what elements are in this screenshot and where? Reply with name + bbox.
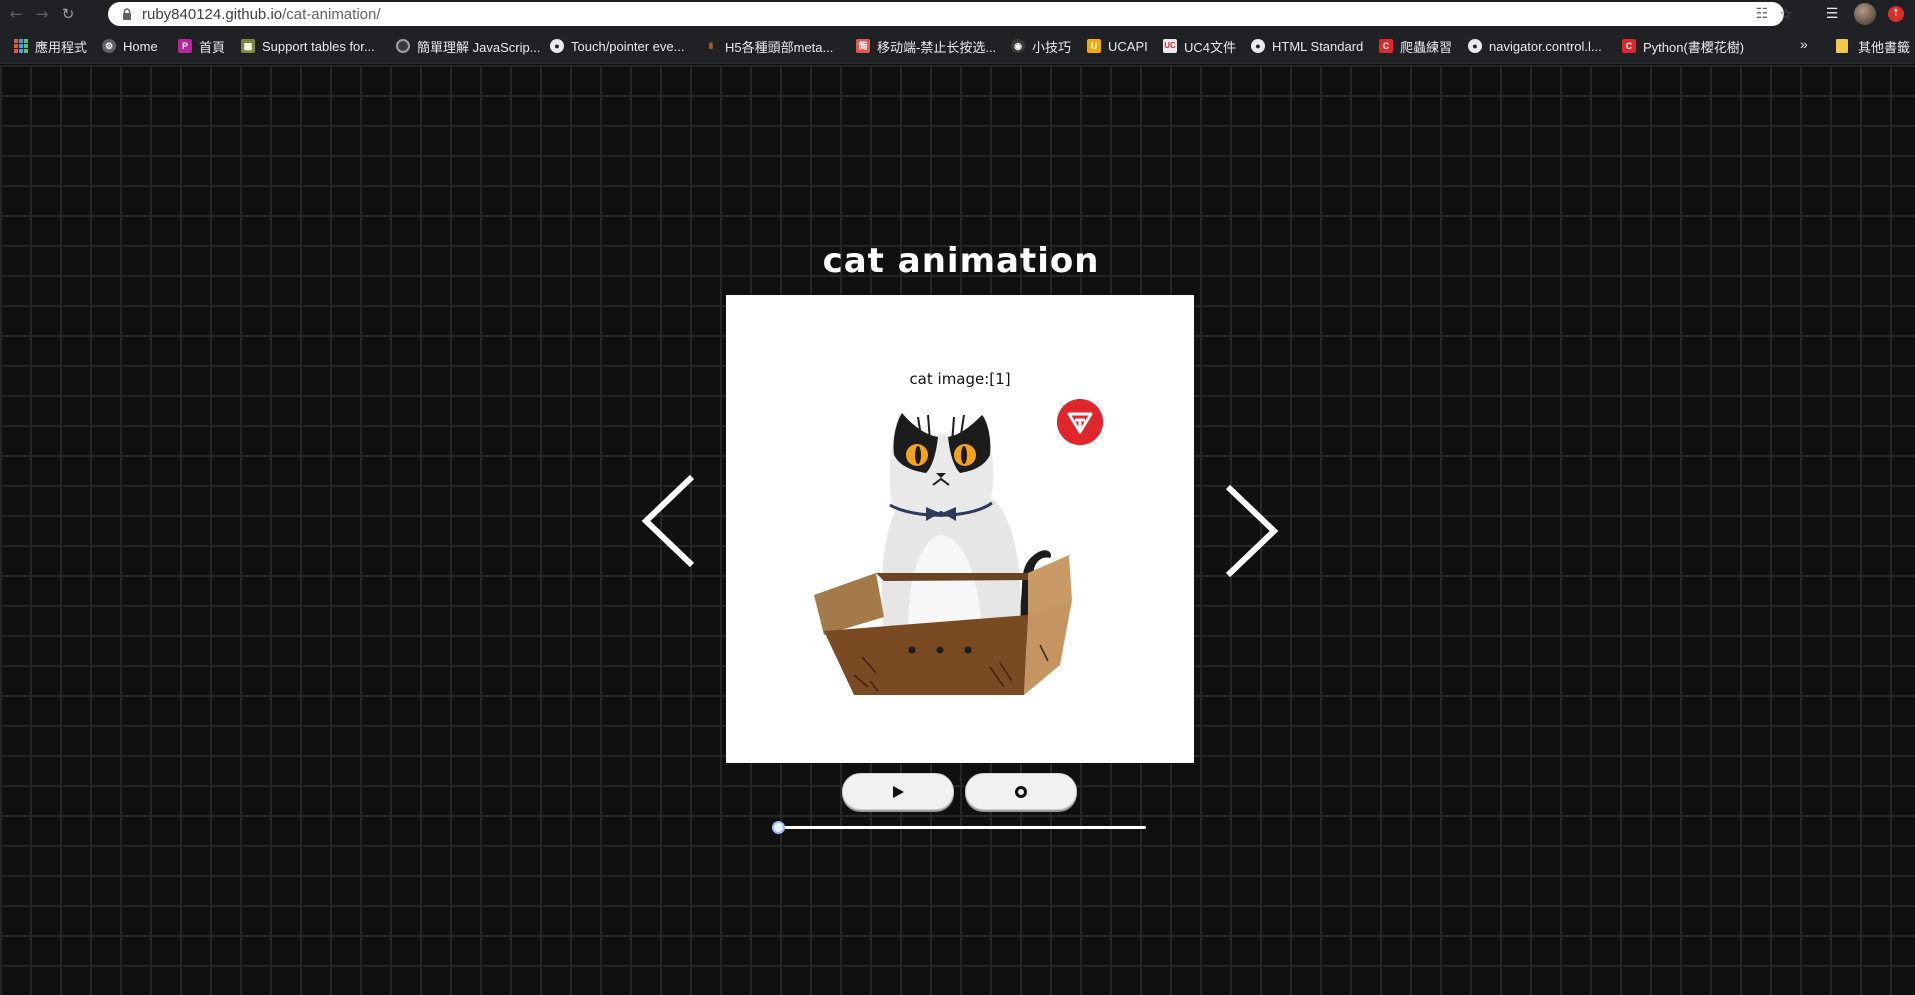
bookmark-ucapi[interactable]: U UCAPI: [1087, 37, 1148, 55]
lock-icon: [123, 8, 131, 20]
other-bookmarks-label: 其他書籤: [1858, 39, 1911, 55]
c-icon: C: [1379, 39, 1393, 53]
progress-slider[interactable]: [772, 821, 1146, 834]
bookmark-label: Python(書櫻花樹): [1643, 39, 1745, 55]
other-bookmarks[interactable]: 其他書籤: [1836, 37, 1910, 55]
bookmark-home[interactable]: ⚙ Home: [102, 37, 158, 55]
github-icon: ◉: [1011, 39, 1025, 53]
bookmark-label: UCAPI: [1108, 38, 1148, 54]
bookmark-label: Touch/pointer eve...: [571, 38, 685, 54]
url-text: ruby840124.github.io/cat-animation/: [142, 6, 381, 23]
slider-thumb[interactable]: [772, 821, 785, 834]
uc-icon: UC: [1163, 39, 1177, 53]
bookmarks-bar: 應用程式 ⚙ Home P 首頁 ▦ Support tables for...…: [0, 28, 1915, 64]
previous-arrow-icon[interactable]: [638, 471, 698, 571]
star-icon[interactable]: ☆: [1778, 6, 1794, 22]
apps-grid-icon: [14, 39, 28, 53]
circle-icon: [396, 39, 410, 53]
forward-icon[interactable]: →: [32, 4, 52, 24]
slider-track: [772, 826, 1146, 829]
globe-icon: ●: [1468, 39, 1482, 53]
bookmark-caniuse[interactable]: ▦ Support tables for...: [241, 37, 375, 55]
play-button[interactable]: [842, 773, 954, 810]
jian-icon: 简: [856, 39, 870, 53]
page-background: cat animation cat image:[1]: [0, 65, 1915, 995]
browser-toolbar: ← → ↻ ruby840124.github.io/cat-animation…: [0, 0, 1915, 28]
globe-icon: ●: [550, 39, 564, 53]
bookmark-javascript[interactable]: 簡單理解 JavaScrip...: [396, 37, 541, 55]
bookmark-label: 首頁: [199, 39, 226, 55]
c-icon: C: [1622, 39, 1636, 53]
back-icon[interactable]: ←: [6, 4, 26, 24]
translate-icon[interactable]: ☷: [1754, 6, 1770, 22]
bookmark-label: navigator.control.l...: [1489, 38, 1602, 54]
url-host: ruby840124.github.io: [142, 5, 283, 23]
page-title: cat animation: [822, 241, 1100, 281]
bars-icon: ‖: [708, 41, 714, 51]
reload-icon[interactable]: ↻: [58, 4, 78, 24]
bookmark-label: 爬蟲練習: [1400, 39, 1453, 55]
address-bar[interactable]: ruby840124.github.io/cat-animation/ ☷ ☆: [108, 2, 1793, 26]
bookmark-label: Home: [123, 38, 158, 54]
bookmark-label: 簡單理解 JavaScrip...: [417, 39, 541, 55]
bookmark-label: H5各種頭部meta...: [725, 39, 834, 55]
p-icon: P: [178, 39, 192, 53]
bookmark-apps[interactable]: 應用程式: [14, 37, 87, 55]
folder-icon: [1836, 39, 1848, 53]
bookmark-label: UC4文件: [1184, 39, 1237, 55]
more-bookmarks-icon[interactable]: »: [1800, 36, 1808, 52]
reading-list-icon[interactable]: ☰: [1822, 4, 1842, 24]
stop-button[interactable]: [965, 773, 1077, 810]
bookmark-h5-meta[interactable]: ‖ H5各種頭部meta...: [704, 37, 834, 55]
globe-icon: ●: [1251, 39, 1265, 53]
next-arrow-icon[interactable]: [1222, 481, 1282, 581]
bookmark-html-standard[interactable]: ● HTML Standard: [1251, 37, 1363, 55]
bookmark-label: Support tables for...: [262, 38, 375, 54]
gear-icon: ⚙: [102, 39, 116, 53]
caniuse-icon: ▦: [241, 39, 255, 53]
uc-icon: U: [1087, 39, 1101, 53]
bookmark-label: 應用程式: [35, 39, 88, 55]
avatar[interactable]: [1854, 3, 1876, 25]
trend-logo-icon: [1057, 399, 1103, 445]
cat-image-caption: cat image:[1]: [909, 370, 1011, 388]
bookmark-crawler[interactable]: C 爬蟲練習: [1379, 37, 1452, 55]
bookmark-shouye[interactable]: P 首頁: [178, 37, 225, 55]
cat-in-box-illustration: [814, 413, 1072, 695]
bookmark-label: HTML Standard: [1272, 38, 1364, 54]
bookmark-label: 移动端-禁止长按选...: [877, 39, 997, 55]
bookmark-python[interactable]: C Python(書櫻花樹): [1622, 37, 1744, 55]
bookmark-tips[interactable]: ◉ 小技巧: [1011, 37, 1071, 55]
stop-icon: [1015, 785, 1027, 798]
update-icon[interactable]: ↑: [1888, 6, 1904, 22]
bookmark-navigator[interactable]: ● navigator.control.l...: [1468, 37, 1602, 55]
bookmark-mobile[interactable]: 简 移动端-禁止长按选...: [856, 37, 996, 55]
bookmark-touch-pointer[interactable]: ● Touch/pointer eve...: [550, 37, 684, 55]
url-path: /cat-animation/: [282, 5, 381, 23]
cat-image-frame: cat image:[1]: [726, 295, 1194, 763]
bookmark-label: 小技巧: [1032, 39, 1072, 55]
play-icon: [893, 785, 904, 798]
bookmark-uc4[interactable]: UC UC4文件: [1163, 37, 1236, 55]
